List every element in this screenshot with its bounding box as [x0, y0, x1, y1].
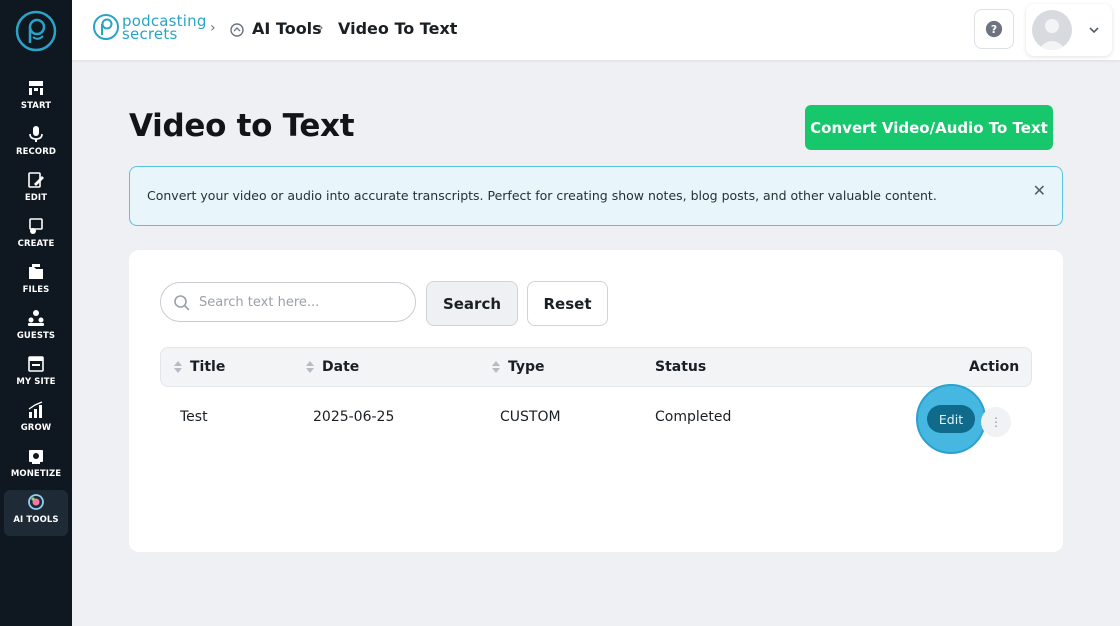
brand-name-line2: secrets	[122, 25, 178, 43]
brand-logo[interactable]: podcasting secrets	[92, 11, 206, 47]
folder-icon	[29, 264, 43, 279]
column-date[interactable]: Date	[306, 359, 359, 375]
sidebar-item-label: GUESTS	[16, 331, 56, 341]
cell-status: Completed	[655, 409, 732, 425]
sidebar-item-record[interactable]: RECORD	[4, 122, 68, 168]
sort-icon	[492, 360, 500, 374]
svg-text:?: ?	[991, 23, 997, 36]
reset-button[interactable]: Reset	[527, 281, 608, 326]
top-header: podcasting secrets › AI Tools › Video To…	[72, 0, 1120, 60]
chevron-down-icon	[1089, 27, 1099, 34]
page-title: Video to Text	[129, 108, 355, 144]
chart-icon	[28, 401, 43, 418]
create-icon	[29, 218, 43, 234]
sort-icon	[174, 360, 182, 374]
search-input[interactable]	[199, 283, 409, 321]
breadcrumb-current: Video To Text	[338, 19, 458, 38]
sort-icon	[306, 360, 314, 374]
sidebar-item-monetize[interactable]: MONETIZE	[4, 444, 68, 490]
sidebar-item-label: GROW	[20, 423, 52, 433]
sidebar-item-edit[interactable]: EDIT	[4, 168, 68, 214]
sidebar-item-grow[interactable]: GROW	[4, 398, 68, 444]
edit-highlight: Edit	[916, 384, 986, 454]
avatar	[1032, 10, 1072, 50]
user-avatar-icon	[1038, 19, 1066, 50]
monetize-icon	[29, 450, 43, 464]
sidebar: START RECORD EDIT CREATE FILES GUESTS MY…	[0, 0, 72, 626]
column-status: Status	[655, 359, 707, 375]
edit-icon	[28, 172, 44, 188]
cell-title: Test	[180, 409, 208, 425]
start-icon	[29, 81, 43, 95]
microphone-icon	[29, 126, 43, 142]
column-action: Action	[969, 359, 1020, 375]
column-title-label: Title	[190, 359, 226, 375]
sidebar-item-label: RECORD	[15, 147, 57, 157]
profile-menu-button[interactable]	[1026, 4, 1112, 56]
sidebar-item-files[interactable]: FILES	[4, 260, 68, 306]
chevron-right-icon: ›	[318, 20, 324, 36]
column-type-label: Type	[508, 359, 545, 375]
convert-video-audio-button[interactable]: Convert Video/Audio To Text	[805, 105, 1053, 150]
close-icon[interactable]: ✕	[1033, 181, 1046, 200]
cell-type: CUSTOM	[500, 409, 561, 425]
table-header: Title Date Type Status Action	[160, 347, 1032, 387]
column-title[interactable]: Title	[174, 359, 225, 375]
search-field[interactable]	[160, 282, 416, 322]
brand-mark-icon	[93, 14, 119, 40]
guests-icon	[28, 310, 44, 326]
ai-tools-icon	[28, 494, 44, 510]
sidebar-item-start[interactable]: START	[4, 76, 68, 122]
more-options-icon[interactable]: ⋮	[981, 407, 1011, 437]
question-icon: ?	[985, 20, 1003, 38]
column-date-label: Date	[322, 359, 360, 375]
sidebar-item-label: CREATE	[17, 239, 55, 249]
ai-tools-crumb-icon	[230, 23, 244, 37]
alert-message: Convert your video or audio into accurat…	[147, 188, 937, 203]
transcripts-card: Search Reset Title Date Type Status Acti…	[129, 250, 1063, 552]
sidebar-item-label: AI TOOLS	[13, 515, 59, 525]
sidebar-item-label: EDIT	[24, 193, 48, 203]
chevron-right-icon: ›	[210, 20, 216, 36]
sidebar-item-label: MY SITE	[16, 377, 56, 387]
column-type[interactable]: Type	[492, 359, 545, 375]
sidebar-item-label: MONETIZE	[10, 469, 62, 479]
cell-date: 2025-06-25	[313, 409, 395, 425]
edit-button[interactable]: Edit	[927, 405, 975, 433]
info-alert: Convert your video or audio into accurat…	[129, 166, 1063, 226]
sidebar-item-guests[interactable]: GUESTS	[4, 306, 68, 352]
search-icon	[174, 295, 190, 311]
search-button[interactable]: Search	[426, 281, 518, 326]
help-button[interactable]: ?	[974, 9, 1014, 49]
site-icon	[28, 356, 44, 372]
sidebar-item-ai-tools[interactable]: AI TOOLS	[4, 490, 68, 536]
sidebar-item-my-site[interactable]: MY SITE	[4, 352, 68, 398]
sidebar-item-label: FILES	[22, 285, 50, 295]
sidebar-item-create[interactable]: CREATE	[4, 214, 68, 260]
sidebar-item-label: START	[20, 101, 52, 111]
podcasting-secrets-logo-icon[interactable]	[14, 9, 58, 53]
breadcrumb-ai-tools[interactable]: AI Tools	[252, 19, 322, 38]
